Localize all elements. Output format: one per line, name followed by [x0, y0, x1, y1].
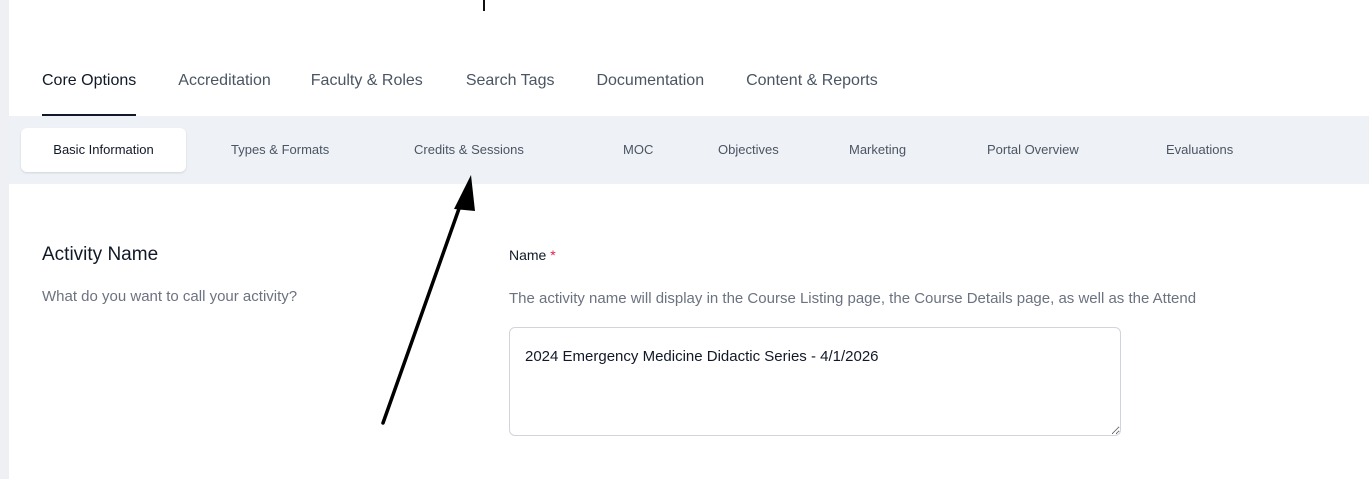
tab-core-options[interactable]: Core Options — [42, 72, 137, 117]
tab-content-reports[interactable]: Content & Reports — [746, 72, 878, 90]
required-marker: * — [550, 247, 556, 263]
tab-documentation[interactable]: Documentation — [596, 72, 704, 90]
subtab-evaluations[interactable]: Evaluations — [1166, 128, 1233, 172]
name-field-help: The activity name will display in the Co… — [509, 290, 1197, 307]
section-title: Activity Name — [42, 244, 159, 265]
tab-accreditation[interactable]: Accreditation — [178, 72, 271, 90]
subtab-portal-overview[interactable]: Portal Overview — [987, 128, 1079, 172]
sub-tab-bar: Basic Information Types & Formats Credit… — [9, 116, 1369, 184]
subtab-types-formats[interactable]: Types & Formats — [231, 128, 329, 172]
subtab-basic-information[interactable]: Basic Information — [21, 128, 186, 172]
name-label-text: Name — [509, 247, 547, 263]
left-edge-strip — [0, 0, 9, 479]
subtab-moc[interactable]: MOC — [623, 128, 653, 172]
activity-name-input[interactable]: 2024 Emergency Medicine Didactic Series … — [509, 327, 1121, 436]
name-field-label: Name * — [509, 247, 556, 263]
subtab-marketing[interactable]: Marketing — [849, 128, 906, 172]
section-description: What do you want to call your activity? — [42, 288, 298, 305]
main-tab-bar: Core Options Accreditation Faculty & Rol… — [42, 72, 878, 118]
cursor-caret — [483, 0, 485, 11]
subtab-credits-sessions[interactable]: Credits & Sessions — [414, 128, 524, 172]
tab-search-tags[interactable]: Search Tags — [466, 72, 555, 90]
tab-faculty-roles[interactable]: Faculty & Roles — [311, 72, 423, 90]
subtab-objectives[interactable]: Objectives — [718, 128, 779, 172]
